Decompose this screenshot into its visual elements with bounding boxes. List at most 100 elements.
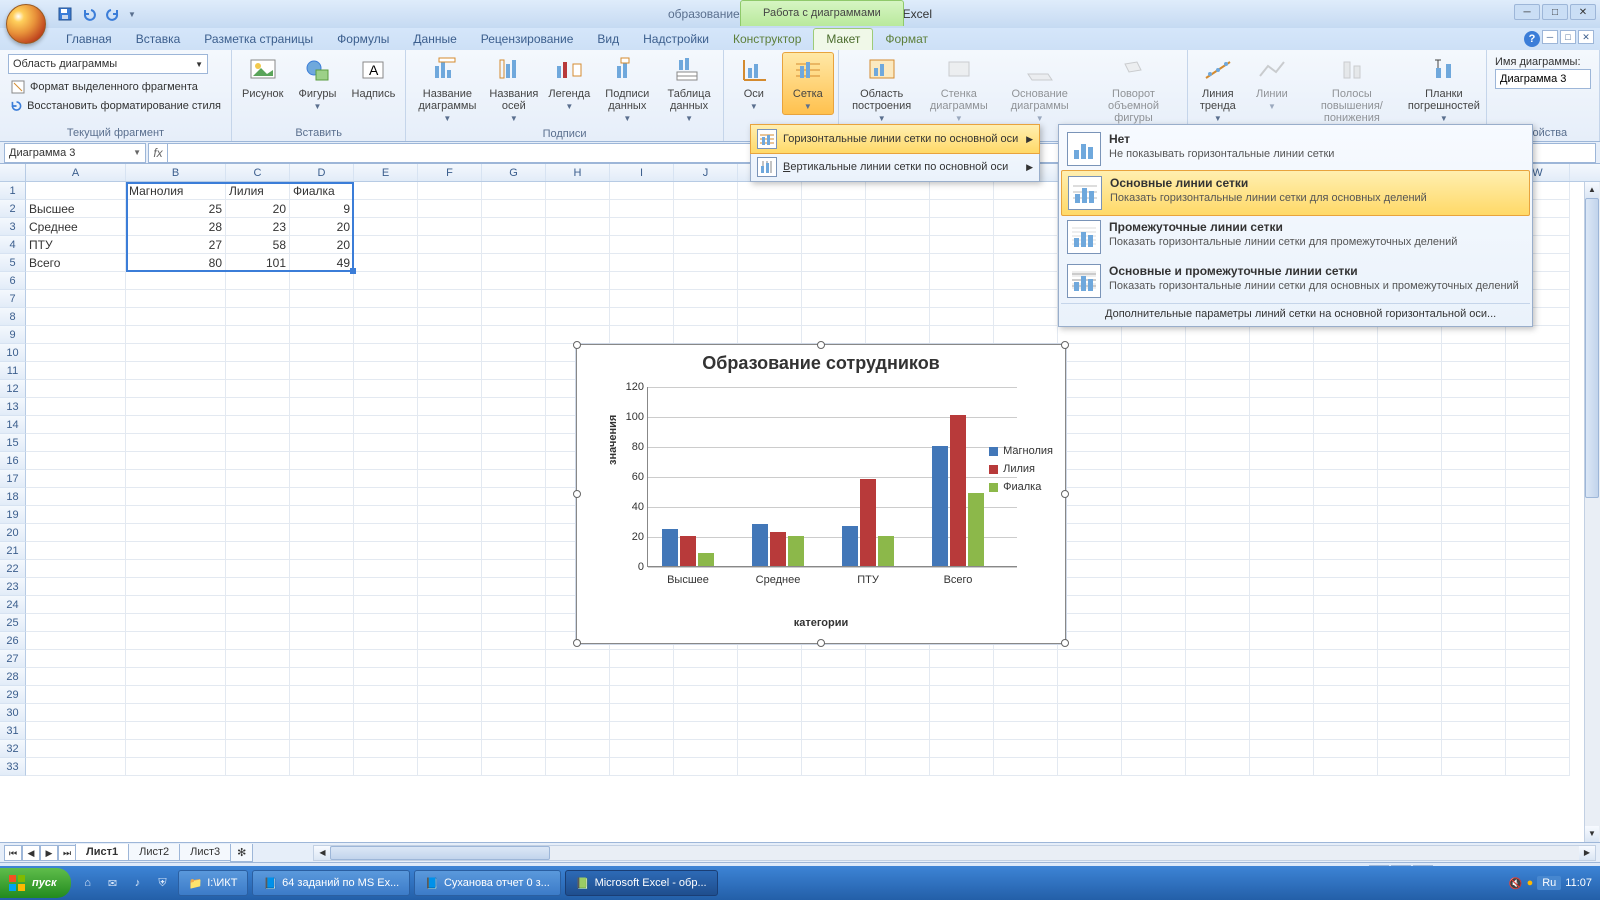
cell[interactable]	[354, 650, 418, 668]
cell[interactable]	[1058, 380, 1122, 398]
cell[interactable]	[354, 632, 418, 650]
cell[interactable]	[1314, 488, 1378, 506]
cell[interactable]	[994, 740, 1058, 758]
cell[interactable]	[482, 380, 546, 398]
cell[interactable]	[546, 290, 610, 308]
cell[interactable]	[1186, 686, 1250, 704]
cell[interactable]	[866, 650, 930, 668]
row-header[interactable]: 5	[0, 254, 26, 272]
cell[interactable]	[418, 200, 482, 218]
cell[interactable]	[610, 272, 674, 290]
cell[interactable]	[482, 740, 546, 758]
cell[interactable]	[26, 344, 126, 362]
cell[interactable]	[1250, 686, 1314, 704]
tab-addins[interactable]: Надстройки	[631, 29, 721, 50]
cell[interactable]	[354, 614, 418, 632]
ql-icon[interactable]: ♪	[127, 871, 149, 895]
cell[interactable]	[1442, 488, 1506, 506]
cell[interactable]	[1186, 632, 1250, 650]
legend-item[interactable]: Лилия	[989, 463, 1053, 475]
cell[interactable]	[1058, 722, 1122, 740]
axes-button[interactable]: Оси▼	[728, 52, 780, 115]
cell[interactable]	[1186, 398, 1250, 416]
tray-icon[interactable]: 🔇	[1509, 877, 1523, 890]
cell[interactable]: Магнолия	[126, 182, 226, 200]
fx-icon[interactable]: fx	[148, 143, 168, 163]
cell[interactable]	[674, 722, 738, 740]
cell[interactable]	[1250, 758, 1314, 776]
cell[interactable]: Лилия	[226, 182, 290, 200]
cell[interactable]	[738, 254, 802, 272]
cell[interactable]	[1186, 758, 1250, 776]
cell[interactable]	[226, 272, 290, 290]
gridlines-button[interactable]: Сетка▼	[782, 52, 834, 115]
row-header[interactable]: 16	[0, 452, 26, 470]
cell[interactable]	[1506, 362, 1570, 380]
gridlines-minor-item[interactable]: Промежуточные линии сеткиПоказать горизо…	[1061, 215, 1530, 259]
row-header[interactable]: 3	[0, 218, 26, 236]
cell[interactable]	[1186, 614, 1250, 632]
cell[interactable]	[1186, 524, 1250, 542]
cell[interactable]	[866, 758, 930, 776]
cell[interactable]	[1506, 686, 1570, 704]
cell[interactable]	[1378, 578, 1442, 596]
cell[interactable]	[126, 362, 226, 380]
tab-chart-design[interactable]: Конструктор	[721, 29, 813, 50]
minimize-button[interactable]: ─	[1514, 4, 1540, 20]
row-header[interactable]: 32	[0, 740, 26, 758]
cell[interactable]	[674, 326, 738, 344]
cell[interactable]	[354, 272, 418, 290]
cell[interactable]	[546, 704, 610, 722]
office-button[interactable]	[6, 4, 46, 44]
cell[interactable]	[610, 740, 674, 758]
col-header[interactable]: G	[482, 164, 546, 181]
cell[interactable]	[1250, 506, 1314, 524]
cell[interactable]	[738, 740, 802, 758]
cell[interactable]	[1250, 560, 1314, 578]
cell[interactable]	[738, 668, 802, 686]
cell[interactable]	[994, 758, 1058, 776]
cell[interactable]	[1442, 434, 1506, 452]
cell[interactable]	[226, 416, 290, 434]
cell[interactable]	[418, 272, 482, 290]
cell[interactable]	[26, 542, 126, 560]
row-header[interactable]: 29	[0, 686, 26, 704]
cell[interactable]	[418, 182, 482, 200]
taskbar-item[interactable]: 📘64 заданий по MS Ex...	[252, 870, 410, 896]
cell[interactable]	[1122, 344, 1186, 362]
cell[interactable]	[354, 596, 418, 614]
cell[interactable]	[126, 416, 226, 434]
name-box[interactable]: Диаграмма 3▼	[4, 143, 146, 163]
cell[interactable]	[482, 560, 546, 578]
cell[interactable]	[26, 416, 126, 434]
row-header[interactable]: 19	[0, 506, 26, 524]
row-header[interactable]: 26	[0, 632, 26, 650]
scroll-thumb[interactable]	[330, 846, 550, 860]
cell[interactable]	[354, 182, 418, 200]
cell[interactable]	[482, 650, 546, 668]
row-header[interactable]: 6	[0, 272, 26, 290]
chart-name-input[interactable]	[1495, 69, 1591, 89]
cell[interactable]	[1250, 650, 1314, 668]
cell[interactable]	[1186, 470, 1250, 488]
cell[interactable]	[1442, 650, 1506, 668]
chart-bar[interactable]	[860, 479, 876, 566]
vertical-scrollbar[interactable]: ▲ ▼	[1584, 182, 1600, 842]
data-table-button[interactable]: Таблица данных▼	[659, 52, 719, 127]
cell[interactable]	[802, 272, 866, 290]
cell[interactable]	[674, 200, 738, 218]
cell[interactable]	[290, 650, 354, 668]
gridlines-both-item[interactable]: Основные и промежуточные линии сеткиПока…	[1061, 259, 1530, 303]
cell[interactable]	[1186, 362, 1250, 380]
cell[interactable]	[1250, 380, 1314, 398]
cell[interactable]	[1378, 722, 1442, 740]
trendline-button[interactable]: Линия тренда▼	[1192, 52, 1244, 127]
cell[interactable]	[226, 650, 290, 668]
row-header[interactable]: 8	[0, 308, 26, 326]
cell[interactable]	[226, 326, 290, 344]
tab-page-layout[interactable]: Разметка страницы	[192, 29, 325, 50]
cell[interactable]	[738, 290, 802, 308]
cell[interactable]	[1186, 740, 1250, 758]
cell[interactable]	[1506, 722, 1570, 740]
cell[interactable]	[1314, 524, 1378, 542]
